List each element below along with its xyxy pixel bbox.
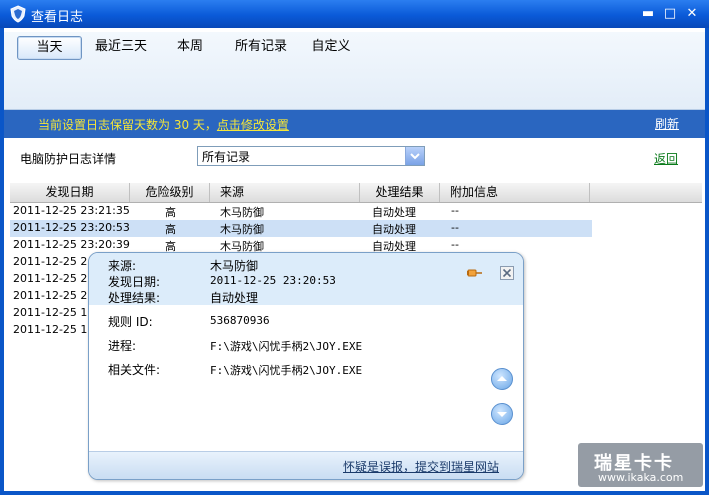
- row-level: 高: [165, 223, 176, 236]
- maximize-button[interactable]: □: [662, 6, 678, 22]
- close-icon[interactable]: [500, 266, 514, 280]
- row-extra: --: [451, 204, 459, 217]
- rule-id-value: 536870936: [210, 314, 270, 327]
- tab-all-records[interactable]: 所有记录: [233, 36, 289, 58]
- row-date: 2011-12-25 1: [13, 323, 88, 336]
- column-header-source[interactable]: 来源: [210, 183, 360, 202]
- log-detail-popup: 来源: 木马防御 发现日期: 2011-12-25 23:20:53 处理结果:…: [88, 252, 524, 480]
- result-value: 自动处理: [210, 291, 259, 305]
- watermark-url: www.ikaka.com: [598, 471, 684, 484]
- row-date: 2011-12-25 1: [13, 306, 88, 319]
- log-table-header: 发现日期 危险级别 来源 处理结果 附加信息: [10, 183, 702, 203]
- related-file-value: F:\游戏\闪忧手柄2\JOY.EXE: [210, 364, 363, 377]
- scroll-up-button[interactable]: [491, 368, 513, 390]
- row-date: 2011-12-25 2: [13, 272, 88, 285]
- title-bar: 查看日志 ▬ □ ✕: [0, 0, 709, 28]
- modify-settings-link[interactable]: 点击修改设置: [217, 118, 289, 132]
- row-date: 2011-12-25 23:21:35: [13, 204, 130, 217]
- row-extra: --: [451, 221, 459, 234]
- row-date: 2011-12-25 2: [13, 289, 88, 302]
- report-false-positive-link[interactable]: 怀疑是误报，提交到瑞星网站: [343, 458, 499, 475]
- popup-footer: 怀疑是误报，提交到瑞星网站: [89, 451, 523, 479]
- minimize-button[interactable]: ▬: [640, 6, 656, 22]
- date-value: 2011-12-25 23:20:53: [210, 274, 336, 287]
- row-date: 2011-12-25 23:20:39: [13, 238, 130, 251]
- process-label: 进程:: [108, 339, 137, 353]
- row-source: 木马防御: [220, 223, 264, 236]
- row-extra: --: [451, 238, 459, 251]
- related-file-label: 相关文件:: [108, 363, 161, 377]
- refresh-link[interactable]: 刷新: [655, 115, 679, 132]
- column-header-level[interactable]: 危险级别: [130, 183, 210, 202]
- back-link[interactable]: 返回: [654, 150, 678, 167]
- row-date: 2011-12-25 2: [13, 255, 88, 268]
- table-row-selected[interactable]: 2011-12-25 23:20:53 高 木马防御 自动处理 --: [10, 220, 592, 237]
- chevron-down-icon[interactable]: [405, 147, 424, 165]
- pin-icon[interactable]: [467, 267, 483, 279]
- chevron-down-icon: [497, 412, 507, 417]
- source-value: 木马防御: [210, 259, 259, 273]
- row-result: 自动处理: [372, 206, 416, 219]
- record-filter-value: 所有记录: [202, 150, 251, 164]
- table-row[interactable]: 2011-12-25 23:21:35 高 木马防御 自动处理 --: [10, 203, 592, 220]
- chevron-up-icon: [497, 376, 507, 381]
- retention-notice-text: 当前设置日志保留天数为 30 天，: [38, 118, 217, 132]
- column-header-extra[interactable]: 附加信息: [440, 183, 590, 202]
- rising-kaka-watermark: 瑞星卡卡 www.ikaka.com: [578, 443, 703, 487]
- tab-today[interactable]: 当天: [17, 36, 82, 60]
- result-label: 处理结果:: [108, 291, 161, 305]
- rule-id-label: 规则 ID:: [108, 315, 153, 329]
- column-header-date[interactable]: 发现日期: [10, 183, 130, 202]
- tab-this-week[interactable]: 本周: [173, 36, 207, 58]
- column-header-result[interactable]: 处理结果: [360, 183, 440, 202]
- window-title: 查看日志: [31, 10, 84, 25]
- tab-last-three-days[interactable]: 最近三天: [93, 36, 149, 58]
- rising-shield-icon: [10, 5, 26, 23]
- process-value: F:\游戏\闪忧手柄2\JOY.EXE: [210, 340, 363, 353]
- record-filter-select[interactable]: 所有记录: [197, 146, 425, 166]
- source-label: 来源:: [108, 259, 137, 273]
- row-level: 高: [165, 206, 176, 219]
- tab-custom[interactable]: 自定义: [310, 36, 352, 58]
- retention-notice: 当前设置日志保留天数为 30 天，点击修改设置: [38, 116, 289, 133]
- row-source: 木马防御: [220, 206, 264, 219]
- row-result: 自动处理: [372, 223, 416, 236]
- scroll-down-button[interactable]: [491, 403, 513, 425]
- close-button[interactable]: ✕: [684, 6, 700, 22]
- row-date: 2011-12-25 23:20:53: [13, 221, 130, 234]
- log-detail-label: 电脑防护日志详情: [20, 152, 117, 166]
- date-label: 发现日期:: [108, 275, 161, 289]
